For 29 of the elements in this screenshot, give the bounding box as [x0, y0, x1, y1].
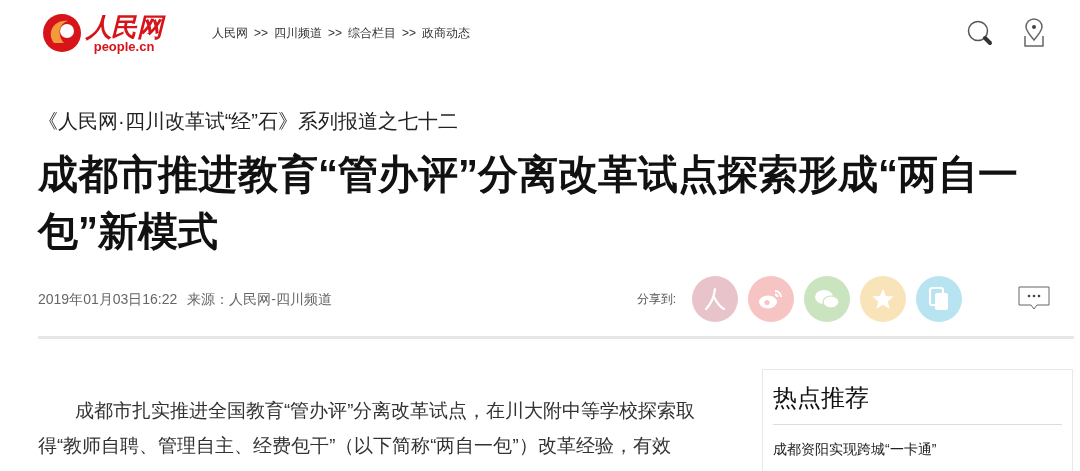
- publish-date: 2019年01月03日16:22: [38, 289, 178, 309]
- breadcrumb-link[interactable]: 四川频道: [274, 24, 323, 42]
- copy-icon: [928, 286, 950, 312]
- share-button[interactable]: [804, 276, 850, 322]
- person-glyph-icon: [704, 287, 726, 311]
- share-button[interactable]: [860, 276, 906, 322]
- share-button[interactable]: [692, 276, 738, 322]
- sidebar-title: 热点推荐: [773, 370, 1062, 425]
- breadcrumb-separator: >>: [402, 25, 417, 42]
- share-button[interactable]: [916, 276, 962, 322]
- breadcrumb-separator: >>: [328, 25, 343, 42]
- weibo-icon: [758, 288, 784, 310]
- breadcrumb-separator: >>: [254, 25, 269, 42]
- breadcrumb-link[interactable]: 人民网: [212, 24, 249, 42]
- share-label: 分享到:: [636, 291, 676, 308]
- logo-domain: people.cn: [93, 39, 155, 53]
- article-source: 来源：人民网-四川频道: [187, 289, 332, 309]
- breadcrumb-link[interactable]: 综合栏目: [348, 24, 397, 42]
- recommended-link[interactable]: 成都资阳实现跨城“一卡通”: [773, 439, 1062, 460]
- logo-swirl-icon: [42, 13, 82, 53]
- series-title: 《人民网·四川改革试“经”石》系列报道之七十二: [38, 109, 459, 134]
- comment-icon[interactable]: [1018, 286, 1050, 312]
- breadcrumb-link[interactable]: 政商动态: [422, 24, 471, 42]
- chat-bubbles-icon: [814, 288, 840, 310]
- share-button[interactable]: [748, 276, 794, 322]
- star-icon: [871, 287, 895, 311]
- search-icon[interactable]: [966, 19, 994, 47]
- article-title: 成都市推进教育“管办评”分离改革试点探索形成“两自一包”新模式: [38, 151, 1019, 255]
- article-paragraph: 成都市扎实推进全国教育“管办评”分离改革试点，在川大附中等学校探索取得“教师自聘、管理自主、经费包干”（以下简称“两自一包”）改革经验，有效: [38, 399, 697, 458]
